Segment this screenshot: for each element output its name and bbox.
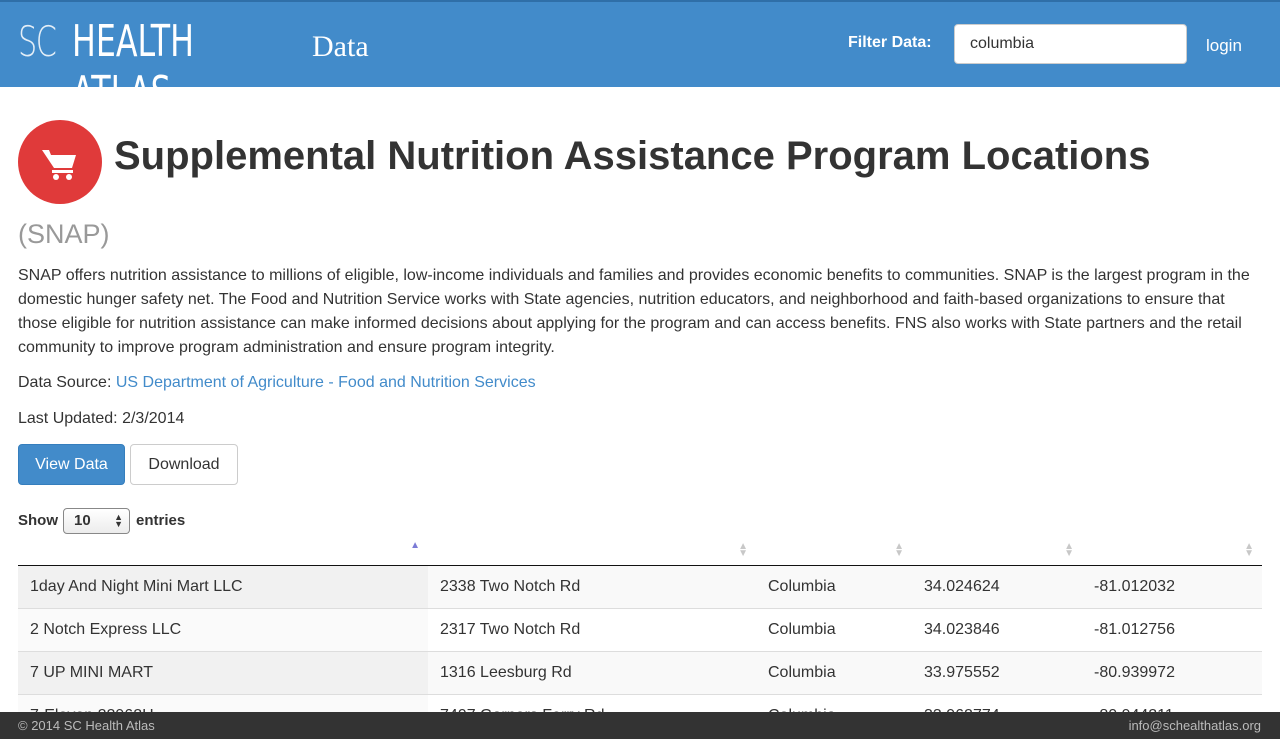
cell-longitude: -81.012032 [1082,564,1262,608]
view-data-button[interactable]: View Data [18,444,125,485]
cell-name: 2 Notch Express LLC [18,607,428,651]
sort-ascending-icon: ▲ [410,540,420,551]
sort-both-icon: ▲ ▼ [738,541,748,559]
column-header-address[interactable]: ▲ ▼ [428,538,756,566]
column-header-name[interactable]: ▲ [18,538,428,566]
top-navbar: SC HEALTH ATLAS Data Filter Data: login [0,0,1280,118]
entries-label: entries [136,512,186,529]
cell-address: 2317 Two Notch Rd [428,607,756,651]
shopping-cart-icon [42,150,76,180]
cell-address: 2338 Two Notch Rd [428,564,756,608]
table-header-row: ▲ ▲ ▼ ▲ ▼ ▲ ▼ ▲ ▼ [18,538,1262,566]
cell-address: 1316 Leesburg Rd [428,650,756,694]
footer-copyright: © 2014 SC Health Atlas [18,718,155,733]
last-updated-label: Last Updated: [18,410,118,427]
column-header-longitude[interactable]: ▲ ▼ [1082,538,1262,566]
page-title: Supplemental Nutrition Assistance Progra… [114,134,1151,178]
sort-both-icon: ▲ ▼ [1244,541,1254,559]
sort-both-icon: ▲ ▼ [1064,541,1074,559]
cell-latitude: 33.975552 [912,650,1082,694]
data-source-link[interactable]: US Department of Agriculture - Food and … [116,374,536,391]
table-row[interactable]: 1day And Night Mini Mart LLC 2338 Two No… [18,564,1262,608]
cell-latitude: 34.023846 [912,607,1082,651]
data-source-line: Data Source: US Department of Agricultur… [18,374,536,392]
cell-name: 7 UP MINI MART [18,650,428,694]
brand-title: HEALTH ATLAS [72,16,194,118]
footer-email-link[interactable]: info@schealthatlas.org [1129,718,1261,733]
brand-sc: SC [18,17,57,66]
download-button[interactable]: Download [130,444,238,485]
column-header-city[interactable]: ▲ ▼ [756,538,912,566]
page-length-control: Show 10 ▲ ▼ entries [18,507,185,534]
show-label: Show [18,512,58,529]
page-footer: © 2014 SC Health Atlas info@schealthatla… [0,712,1280,739]
brand-logo[interactable]: SC HEALTH ATLAS Data [18,16,369,118]
filter-data-input[interactable] [954,24,1187,64]
dataset-description: SNAP offers nutrition assistance to mill… [18,267,1250,356]
dataset-category-badge [18,120,102,204]
page-length-value: 10 [74,512,91,529]
sort-both-icon: ▲ ▼ [894,541,904,559]
last-updated-value: 2/3/2014 [122,410,185,427]
table-row[interactable]: 7 UP MINI MART 1316 Leesburg Rd Columbia… [18,650,1262,694]
cell-city: Columbia [756,564,912,608]
data-table: ▲ ▲ ▼ ▲ ▼ ▲ ▼ ▲ ▼ 1day And Night Mini Mart L… [18,538,1262,737]
data-source-label: Data Source: [18,374,112,391]
select-arrows-icon: ▲ ▼ [114,511,123,529]
cell-city: Columbia [756,607,912,651]
filter-label: Filter Data: [848,34,932,51]
page-length-select[interactable]: 10 ▲ ▼ [63,507,130,534]
brand-subtitle: Data [312,30,369,63]
page-subtitle: (SNAP) [18,219,110,249]
column-header-latitude[interactable]: ▲ ▼ [912,538,1082,566]
cell-longitude: -81.012756 [1082,607,1262,651]
cell-city: Columbia [756,650,912,694]
cell-longitude: -80.939972 [1082,650,1262,694]
table-row[interactable]: 2 Notch Express LLC 2317 Two Notch Rd Co… [18,607,1262,651]
login-link[interactable]: login [1206,36,1242,56]
last-updated-line: Last Updated: 2/3/2014 [18,410,184,428]
cell-latitude: 34.024624 [912,564,1082,608]
cell-name: 1day And Night Mini Mart LLC [18,564,428,608]
